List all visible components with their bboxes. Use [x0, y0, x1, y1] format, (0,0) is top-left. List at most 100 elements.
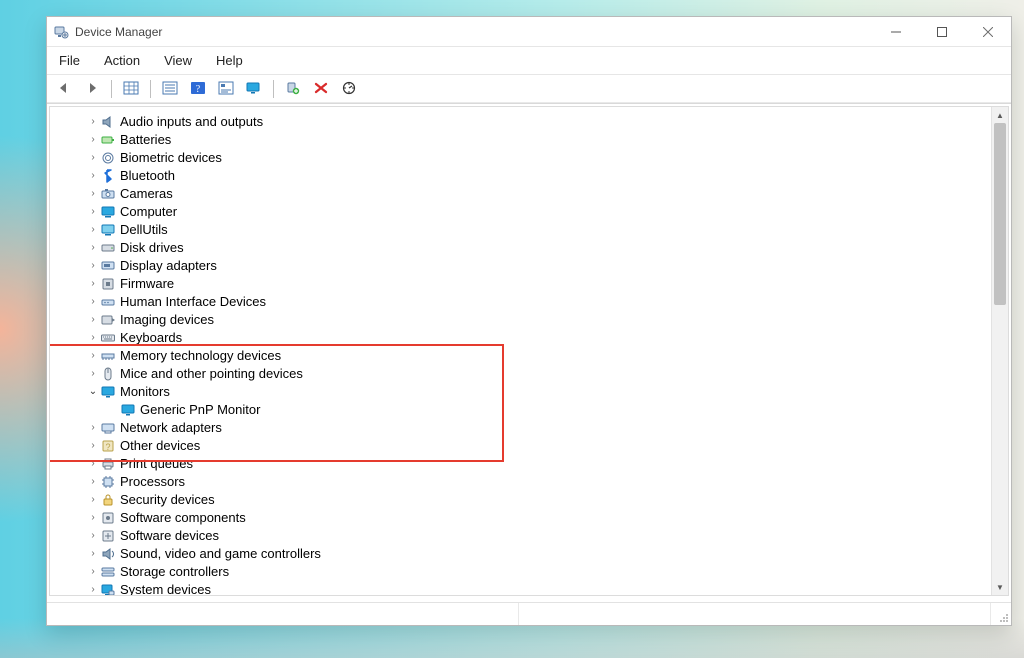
tree-node[interactable]: › Software devices [56, 527, 992, 545]
tree-node-label[interactable]: Batteries [120, 131, 171, 149]
tree-node-label[interactable]: Audio inputs and outputs [120, 113, 263, 131]
tree-node[interactable]: › Display adapters [56, 257, 992, 275]
tree-node-label[interactable]: Sound, video and game controllers [120, 545, 321, 563]
expand-closed-icon[interactable]: › [86, 149, 100, 167]
expand-closed-icon[interactable]: › [86, 293, 100, 311]
tree-node-label[interactable]: Display adapters [120, 257, 217, 275]
tree-node[interactable]: › Print queues [56, 455, 992, 473]
tree-node-label[interactable]: System devices [120, 581, 211, 595]
toolbar-add-button[interactable] [280, 77, 306, 101]
toolbar-help-button[interactable]: ? [185, 77, 211, 101]
tree-node-label[interactable]: Keyboards [120, 329, 182, 347]
toolbar-scan-button[interactable] [336, 77, 362, 101]
tree-node-label[interactable]: Human Interface Devices [120, 293, 266, 311]
title-bar[interactable]: Device Manager [47, 17, 1011, 47]
tree-node[interactable]: › Storage controllers [56, 563, 992, 581]
tree-node[interactable]: › Memory technology devices [56, 347, 992, 365]
expand-closed-icon[interactable]: › [86, 185, 100, 203]
expand-closed-icon[interactable]: › [86, 239, 100, 257]
tree-node-label[interactable]: Software devices [120, 527, 219, 545]
toolbar-details-button[interactable] [213, 77, 239, 101]
tree-node-label[interactable]: Storage controllers [120, 563, 229, 581]
tree-node[interactable]: ›Computer [56, 203, 992, 221]
tree-node[interactable]: › Human Interface Devices [56, 293, 992, 311]
expand-closed-icon[interactable]: › [86, 527, 100, 545]
tree-node[interactable]: › Firmware [56, 275, 992, 293]
vertical-scrollbar[interactable]: ▲ ▼ [991, 107, 1008, 595]
tree-node-label[interactable]: Biometric devices [120, 149, 222, 167]
tree-node[interactable]: ›?Other devices [56, 437, 992, 455]
tree-node[interactable]: › Software components [56, 509, 992, 527]
tree-node[interactable]: › Disk drives [56, 239, 992, 257]
expand-closed-icon[interactable]: › [86, 221, 100, 239]
maximize-button[interactable] [919, 17, 965, 46]
tree-node-label[interactable]: Mice and other pointing devices [120, 365, 303, 383]
tree-node[interactable]: Generic PnP Monitor [56, 401, 992, 419]
expand-closed-icon[interactable]: › [86, 131, 100, 149]
expand-closed-icon[interactable]: › [86, 329, 100, 347]
menu-file[interactable]: File [55, 51, 84, 70]
tree-node[interactable]: ›DellUtils [56, 221, 992, 239]
tree-node[interactable]: › Sound, video and game controllers [56, 545, 992, 563]
menu-action[interactable]: Action [100, 51, 144, 70]
expand-closed-icon[interactable]: › [86, 581, 100, 595]
tree-node-label[interactable]: Computer [120, 203, 177, 221]
tree-node-label[interactable]: Software components [120, 509, 246, 527]
expand-open-icon[interactable]: ⌄ [86, 383, 100, 401]
tree-node-label[interactable]: Security devices [120, 491, 215, 509]
tree-node-label[interactable]: Bluetooth [120, 167, 175, 185]
expand-closed-icon[interactable]: › [86, 545, 100, 563]
expand-closed-icon[interactable]: › [86, 473, 100, 491]
scroll-thumb[interactable] [994, 123, 1006, 305]
toolbar-monitor-button[interactable] [241, 77, 267, 101]
expand-closed-icon[interactable]: › [86, 365, 100, 383]
expand-closed-icon[interactable]: › [86, 167, 100, 185]
tree-node[interactable]: ⌄ Monitors [56, 383, 992, 401]
scroll-up-button[interactable]: ▲ [992, 107, 1008, 123]
tree-node[interactable]: › Biometric devices [56, 149, 992, 167]
tree-node[interactable]: › Keyboards [56, 329, 992, 347]
expand-closed-icon[interactable]: › [86, 113, 100, 131]
resize-grip[interactable] [991, 603, 1011, 625]
tree-node[interactable]: › Mice and other pointing devices [56, 365, 992, 383]
expand-closed-icon[interactable]: › [86, 509, 100, 527]
tree-node-label[interactable]: Imaging devices [120, 311, 214, 329]
tree-node-label[interactable]: Firmware [120, 275, 174, 293]
toolbar-remove-button[interactable] [308, 77, 334, 101]
expand-closed-icon[interactable]: › [86, 311, 100, 329]
expand-closed-icon[interactable]: › [86, 275, 100, 293]
tree-node[interactable]: › Network adapters [56, 419, 992, 437]
tree-node[interactable]: › Processors [56, 473, 992, 491]
expand-closed-icon[interactable]: › [86, 491, 100, 509]
tree-node-label[interactable]: Monitors [120, 383, 170, 401]
tree-node-label[interactable]: Processors [120, 473, 185, 491]
menu-view[interactable]: View [160, 51, 196, 70]
tree-node[interactable]: › Bluetooth [56, 167, 992, 185]
expand-closed-icon[interactable]: › [86, 347, 100, 365]
tree-node-label[interactable]: Memory technology devices [120, 347, 281, 365]
menu-help[interactable]: Help [212, 51, 247, 70]
toolbar-back-button[interactable] [51, 77, 77, 101]
tree-node[interactable]: › Imaging devices [56, 311, 992, 329]
expand-closed-icon[interactable]: › [86, 257, 100, 275]
tree-node-label[interactable]: Network adapters [120, 419, 222, 437]
device-tree[interactable]: › Audio inputs and outputs › Batteries › Biom… [50, 107, 992, 595]
toolbar-forward-button[interactable] [79, 77, 105, 101]
tree-node-label[interactable]: Cameras [120, 185, 173, 203]
tree-node[interactable]: › Audio inputs and outputs [56, 113, 992, 131]
toolbar-list-button[interactable] [157, 77, 183, 101]
scroll-track[interactable] [992, 123, 1008, 579]
expand-closed-icon[interactable]: › [86, 455, 100, 473]
tree-node-label[interactable]: Other devices [120, 437, 200, 455]
tree-node[interactable]: › Batteries [56, 131, 992, 149]
expand-closed-icon[interactable]: › [86, 419, 100, 437]
toolbar-show-hid-button[interactable] [118, 77, 144, 101]
minimize-button[interactable] [873, 17, 919, 46]
scroll-down-button[interactable]: ▼ [992, 579, 1008, 595]
close-button[interactable] [965, 17, 1011, 46]
tree-node-label[interactable]: Print queues [120, 455, 193, 473]
expand-closed-icon[interactable]: › [86, 563, 100, 581]
tree-node-label[interactable]: Generic PnP Monitor [140, 401, 260, 419]
tree-node[interactable]: › Security devices [56, 491, 992, 509]
tree-node-label[interactable]: Disk drives [120, 239, 184, 257]
